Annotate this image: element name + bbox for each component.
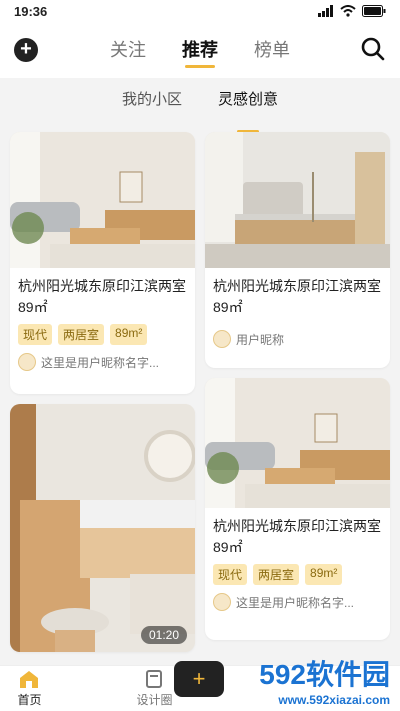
tag-area: 89m² [305, 564, 343, 585]
watermark-url: www.592xiazai.com [278, 693, 390, 707]
user-name: 这里是用户昵称名字... [41, 355, 160, 370]
tag-area: 89m² [110, 324, 148, 345]
search-icon[interactable] [360, 36, 386, 62]
avatar [213, 330, 231, 348]
room-photo [205, 378, 390, 508]
nav-design-circle-label: 设计圈 [136, 693, 173, 707]
tab-follow[interactable]: 关注 [110, 36, 146, 62]
card-user[interactable]: 用户昵称 [205, 318, 390, 348]
top-navigation: + 关注 推荐 榜单 [0, 22, 400, 78]
battery-icon [362, 5, 386, 17]
card-user[interactable]: 这里是用户昵称名字... [205, 585, 390, 611]
tag-layout: 两居室 [58, 324, 105, 345]
tag-style: 现代 [18, 324, 53, 345]
status-bar: 19:36 [0, 0, 400, 22]
user-name: 用户昵称 [236, 332, 285, 347]
card-title: 杭州阳光城东原印江滨两室89㎡ [213, 518, 381, 555]
room-photo [205, 132, 390, 268]
watermark-brand: 592软件园 [259, 659, 390, 690]
avatar [18, 353, 36, 371]
nav-design-circle[interactable]: 设计圈 [136, 669, 173, 708]
subtab-inspiration[interactable]: 灵感创意 [218, 88, 278, 126]
video-duration: 01:20 [140, 626, 187, 644]
nav-home-label: 首页 [17, 693, 42, 707]
tag-layout: 两居室 [253, 564, 300, 585]
feed-card[interactable]: 01:20 [10, 404, 195, 652]
avatar [213, 593, 231, 611]
feed-card[interactable]: 杭州阳光城东原印江滨两室89㎡ 现代 两居室 89m² 这里是用户昵称名字... [10, 132, 195, 394]
room-photo [10, 132, 195, 268]
status-time: 19:36 [14, 3, 48, 19]
card-title: 杭州阳光城东原印江滨两室89㎡ [18, 278, 186, 315]
card-user[interactable]: 这里是用户昵称名字... [10, 345, 195, 371]
design-circle-icon [146, 670, 163, 688]
feed-card[interactable]: 杭州阳光城东原印江滨两室89㎡ 用户昵称 [205, 132, 390, 368]
card-tags: 现代 两居室 89m² [205, 558, 390, 585]
create-button[interactable]: + [174, 661, 224, 697]
tab-ranking[interactable]: 榜单 [254, 36, 290, 62]
home-icon [20, 671, 39, 688]
card-title: 杭州阳光城东原印江滨两室89㎡ [213, 278, 381, 315]
signal-icon [318, 5, 333, 17]
wifi-icon [340, 5, 356, 17]
feed-card[interactable]: 杭州阳光城东原印江滨两室89㎡ 现代 两居室 89m² 这里是用户昵称名字... [205, 378, 390, 640]
room-photo: 01:20 [10, 404, 195, 652]
user-name: 这里是用户昵称名字... [236, 595, 355, 610]
subtab-my-community[interactable]: 我的小区 [122, 88, 182, 126]
card-tags: 现代 两居室 89m² [10, 318, 195, 345]
sub-tabs: 我的小区 灵感创意 [0, 78, 400, 126]
status-icons [318, 5, 386, 17]
tag-style: 现代 [213, 564, 248, 585]
nav-home[interactable]: 首页 [17, 669, 42, 708]
watermark: 592软件园 www.592xiazai.com [259, 653, 390, 707]
top-tabs: 关注 推荐 榜单 [0, 36, 400, 62]
tab-recommend[interactable]: 推荐 [182, 36, 218, 62]
